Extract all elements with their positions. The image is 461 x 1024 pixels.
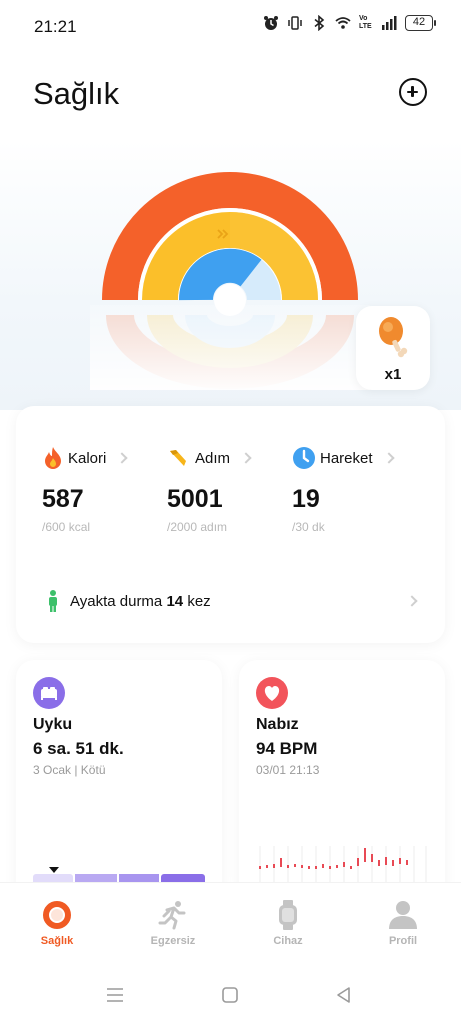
volte-label: Vo LTE	[359, 15, 372, 30]
standing-prefix: Ayakta durma	[70, 592, 163, 610]
food-card[interactable]: x1	[356, 306, 430, 390]
signal-icon	[382, 16, 397, 30]
menu-icon[interactable]	[106, 986, 124, 1004]
daily-stats-card: Kalori 587 /600 kcal Adım 5001 /2000 adı…	[16, 406, 445, 643]
person-icon	[389, 901, 417, 929]
nav-label-device: Cihaz	[273, 935, 303, 947]
battery-indicator: 42	[405, 15, 436, 31]
status-icons: Vo LTE 42	[263, 15, 436, 31]
calorie-label: Kalori	[68, 449, 107, 467]
standing-text: Ayakta durma 14 kez	[70, 593, 211, 610]
standing-count: 14	[166, 592, 184, 610]
heart-sub: 03/01 21:13	[256, 763, 320, 777]
chevron-right-icon	[406, 595, 418, 607]
flame-icon	[45, 447, 61, 469]
watch-icon	[279, 900, 297, 930]
steps-label: Adım	[195, 449, 231, 467]
movement-stat[interactable]: Hareket 19 /30 dk	[292, 446, 412, 534]
sleep-value: 6 sa. 51 dk.	[33, 739, 124, 758]
nav-item-exercise[interactable]: Egzersiz	[128, 899, 218, 947]
system-navigation-bar	[0, 962, 461, 1024]
heart-icon	[256, 677, 288, 709]
movement-value: 19	[292, 485, 320, 513]
shoe-icon	[170, 450, 186, 466]
health-ring-icon	[43, 901, 71, 929]
steps-value: 5001	[167, 485, 223, 513]
steps-stat[interactable]: Adım 5001 /2000 adım	[167, 446, 287, 534]
chevron-right-icon	[240, 452, 252, 464]
nav-label-health: Sağlık	[40, 935, 74, 947]
vibrate-icon	[288, 16, 302, 30]
heart-value: 94 BPM	[256, 739, 318, 758]
bluetooth-icon	[314, 15, 325, 31]
bottom-navigation: Sağlık Egzersiz Cihaz Profil	[0, 882, 461, 962]
movement-goal: /30 dk	[292, 520, 325, 534]
sleep-sub: 3 Ocak | Kötü	[33, 763, 106, 777]
sleep-card[interactable]: Uyku 6 sa. 51 dk. 3 Ocak | Kötü	[16, 660, 222, 900]
home-icon[interactable]	[221, 986, 239, 1004]
back-icon[interactable]	[335, 986, 353, 1004]
standing-row[interactable]: Ayakta durma 14 kez	[46, 588, 426, 614]
standing-suffix: kez	[187, 592, 211, 610]
drumstick-icon	[379, 317, 408, 358]
status-bar: 21:21 Vo LTE 42	[0, 0, 461, 52]
add-button[interactable]	[399, 78, 427, 106]
running-icon	[158, 901, 186, 930]
status-time: 21:21	[34, 17, 77, 36]
calorie-value: 587	[42, 485, 84, 513]
nav-item-profile[interactable]: Profil	[358, 899, 448, 947]
steps-goal: /2000 adım	[167, 520, 228, 534]
clock-icon	[293, 447, 315, 469]
chevron-right-icon	[382, 452, 395, 464]
wifi-icon	[335, 17, 351, 29]
heart-rate-mini-chart	[259, 846, 427, 884]
heart-rate-card[interactable]: Nabız 94 BPM 03/01 21:13	[239, 660, 445, 900]
nav-item-device[interactable]: Cihaz	[243, 899, 333, 947]
movement-label: Hareket	[320, 449, 373, 467]
nav-label-exercise: Egzersiz	[150, 935, 196, 947]
sleep-title: Uyku	[33, 716, 73, 733]
alarm-icon	[264, 16, 278, 30]
standing-person-icon	[49, 590, 57, 612]
calorie-goal: /600 kcal	[42, 520, 91, 534]
chevron-right-icon	[116, 452, 129, 464]
nav-label-profile: Profil	[388, 935, 418, 947]
calorie-stat[interactable]: Kalori 587 /600 kcal	[42, 446, 162, 534]
heart-title: Nabız	[256, 716, 299, 733]
bed-icon	[33, 677, 65, 709]
food-count: x1	[384, 366, 402, 383]
nav-item-health[interactable]: Sağlık	[12, 899, 102, 947]
page-title: Sağlık	[33, 76, 120, 111]
